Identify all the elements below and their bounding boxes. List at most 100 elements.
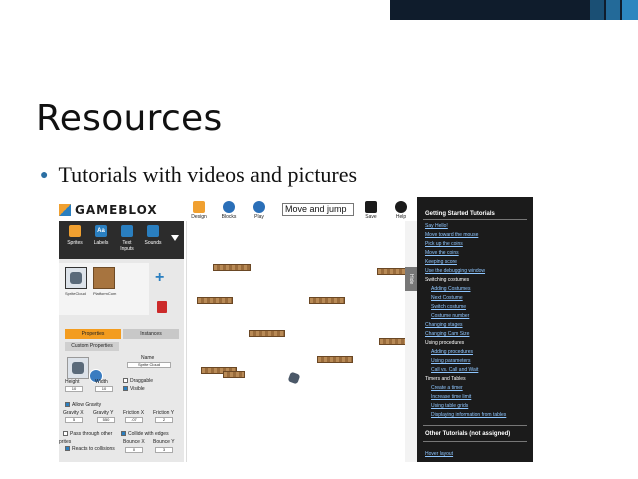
sounds-label: Sounds — [144, 240, 162, 246]
hide-tutorials-tab[interactable]: Hide — [405, 267, 417, 291]
sounds-tool[interactable]: Sounds — [141, 225, 165, 246]
left-panel: Sprites Aa Labels Text Inputs Sounds Spr… — [59, 221, 184, 462]
tutorial-link[interactable]: Use the debugging window — [425, 268, 485, 274]
text-inputs-tool[interactable]: Text Inputs — [115, 225, 139, 252]
pass-through-label: Pass through other — [70, 431, 113, 437]
gameblox-logo: GAMEBLOX — [59, 203, 158, 217]
allow-gravity-checkbox[interactable] — [65, 402, 70, 408]
blocks-icon — [223, 201, 235, 213]
tutorial-link[interactable]: Create a timer — [431, 385, 463, 391]
visible-option[interactable]: Visible — [123, 386, 145, 392]
tutorial-link[interactable]: Hover layout — [425, 451, 453, 457]
tutorial-link[interactable]: Increase time limit — [431, 394, 471, 400]
collide-edges-option[interactable]: Collide with edges — [121, 431, 169, 437]
allow-gravity-option[interactable]: Allow Gravity — [65, 402, 101, 408]
platform-sprite[interactable] — [309, 297, 345, 304]
gravity-x-field[interactable]: 5 — [65, 417, 83, 423]
add-sprite-icon[interactable]: + — [155, 269, 164, 287]
draggable-checkbox[interactable] — [123, 378, 128, 384]
play-button[interactable]: Play — [248, 201, 270, 220]
header-accent-1 — [590, 0, 604, 20]
platform-sprite[interactable] — [377, 268, 407, 275]
blocks-button[interactable]: Blocks — [218, 201, 240, 220]
labels-tool[interactable]: Aa Labels — [89, 225, 113, 246]
sprites-tool[interactable]: Sprites — [63, 225, 87, 246]
tutorial-link[interactable]: Move the coins — [425, 250, 459, 256]
sprites-label: Sprites — [67, 240, 83, 246]
tutorial-link[interactable]: Using table grids — [431, 403, 468, 409]
width-field[interactable]: 10 — [95, 386, 113, 392]
tutorial-link[interactable]: Displaying information from tables — [431, 412, 506, 418]
platform-sprite[interactable] — [249, 330, 285, 337]
game-stage[interactable] — [186, 221, 407, 462]
selected-sprite-preview — [67, 357, 89, 379]
help-icon — [395, 201, 407, 213]
header-accent-3 — [622, 0, 638, 20]
friction-x-field[interactable]: .07 — [125, 417, 143, 423]
allow-gravity-label: Allow Gravity — [72, 402, 102, 408]
tutorial-link[interactable]: Changing Cam Size — [425, 331, 469, 337]
reacts-option[interactable]: Reacts to collisions — [65, 446, 115, 452]
tutorial-link[interactable]: Keeping score — [425, 259, 457, 265]
tutorial-link[interactable]: Switch costume — [431, 304, 466, 310]
design-icon — [193, 201, 205, 213]
friction-x-label: Friction X — [123, 410, 145, 416]
bounce-y-field[interactable]: 3 — [155, 447, 173, 453]
trash-icon[interactable] — [157, 301, 167, 313]
slide-header-band — [0, 0, 638, 20]
pass-through-checkbox[interactable] — [63, 431, 68, 437]
collide-edges-checkbox[interactable] — [121, 431, 126, 437]
platform-thumb[interactable] — [93, 267, 115, 289]
draggable-label: Draggable — [130, 378, 154, 384]
height-label: Height — [65, 379, 80, 385]
gravity-y-field[interactable]: 550 — [97, 417, 115, 423]
platform-sprite[interactable] — [379, 338, 407, 345]
tutorials-divider — [423, 425, 527, 426]
tab-instances[interactable]: Instances — [123, 329, 179, 339]
slide-title: Resources — [36, 98, 223, 139]
platform-sprite[interactable] — [317, 356, 353, 363]
tutorial-link[interactable]: Say Hello! — [425, 223, 448, 229]
platform-sprite[interactable] — [213, 264, 251, 271]
pass-through-option[interactable]: Pass through other — [63, 431, 112, 437]
reacts-checkbox[interactable] — [65, 446, 70, 452]
tutorials-divider — [423, 219, 527, 220]
tutorials-heading: Getting Started Tutorials — [425, 211, 495, 217]
help-button[interactable]: Help — [390, 201, 412, 220]
chevron-down-icon[interactable] — [171, 235, 179, 241]
sprite-cloud-thumb[interactable] — [65, 267, 87, 289]
friction-y-label: Friction Y — [153, 410, 175, 416]
other-tutorials-heading: Other Tutorials (not assigned) — [425, 431, 511, 437]
bullet-item: ● Tutorials with videos and pictures — [40, 162, 357, 188]
tutorial-link[interactable]: Pick up the coins — [425, 241, 463, 247]
platform-label: PlatformCom — [93, 291, 117, 296]
tutorial-link[interactable]: Adding Costumes — [431, 286, 470, 292]
save-icon — [365, 201, 377, 213]
visible-checkbox[interactable] — [123, 386, 128, 392]
tutorial-link[interactable]: Next Costume — [431, 295, 463, 301]
custom-properties-button[interactable]: Custom Properties — [65, 342, 119, 351]
tab-properties[interactable]: Properties — [65, 329, 121, 339]
tutorial-link[interactable]: Using parameters — [431, 358, 470, 364]
bounce-x-field[interactable]: 0 — [125, 447, 143, 453]
stage-scrollbar[interactable]: Hide — [405, 221, 417, 462]
gameblox-screenshot: GAMEBLOX Design Blocks Play Move and jum… — [55, 197, 533, 462]
tutorial-link[interactable]: Call vs. Call and Wait — [431, 367, 478, 373]
design-button[interactable]: Design — [188, 201, 210, 220]
height-field[interactable]: 10 — [65, 386, 83, 392]
tutorial-link[interactable]: Adding procedures — [431, 349, 473, 355]
friction-y-field[interactable]: 2 — [155, 417, 173, 423]
platform-sprite[interactable] — [223, 371, 245, 378]
save-button[interactable]: Save — [360, 201, 382, 220]
tutorial-link[interactable]: Costume number — [431, 313, 469, 319]
tutorial-link[interactable]: Changing stages — [425, 322, 463, 328]
platform-sprite[interactable] — [197, 297, 233, 304]
gravity-x-label: Gravity X — [63, 410, 84, 416]
name-field[interactable]: Sprite Cloud — [127, 362, 171, 368]
game-name-field[interactable]: Move and jump — [282, 203, 354, 216]
draggable-option[interactable]: Draggable — [123, 378, 153, 384]
tutorial-link[interactable]: Move toward the mouse — [425, 232, 478, 238]
asset-toolbar: Sprites Aa Labels Text Inputs Sounds — [59, 221, 184, 259]
player-sprite[interactable] — [287, 371, 301, 385]
logo-text: GAMEBLOX — [75, 203, 158, 217]
